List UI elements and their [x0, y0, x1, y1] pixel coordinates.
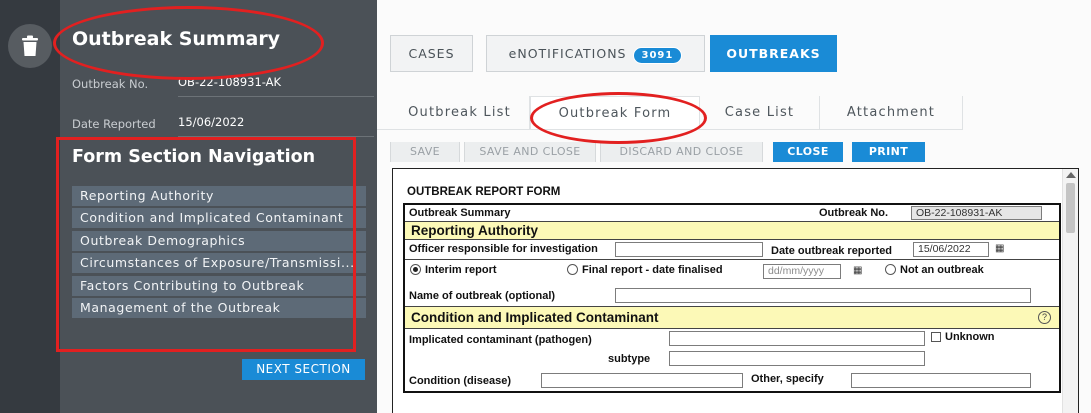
tab-case-list[interactable]: Case List: [700, 96, 820, 130]
condition-section: Condition and Implicated Contaminant ?: [405, 307, 1059, 329]
reporting-authority-section: Reporting Authority: [405, 222, 1059, 240]
subtype-label: subtype: [608, 353, 651, 365]
unknown-label: Unknown: [945, 331, 995, 343]
summary-title: Outbreak Summary: [72, 28, 281, 50]
date-reported-underline: [178, 136, 374, 137]
nav-item-factors[interactable]: Factors Contributing to Outbreak: [72, 275, 366, 296]
help-icon[interactable]: ?: [1038, 311, 1051, 324]
outbreak-name-label: Name of outbreak (optional): [409, 290, 556, 302]
form-table: Outbreak Summary Outbreak No. OB-22-1089…: [403, 203, 1061, 393]
officer-input[interactable]: [615, 242, 763, 257]
condition-disease-input[interactable]: [541, 373, 743, 388]
officer-label: Officer responsible for investigation: [409, 243, 598, 255]
tab-enotifications[interactable]: eNOTIFICATIONS 3091: [486, 35, 705, 72]
tab-outbreak-list[interactable]: Outbreak List: [390, 96, 530, 130]
nav-item-demographics[interactable]: Outbreak Demographics: [72, 230, 366, 251]
form-scrollbar[interactable]: [1062, 169, 1078, 413]
date-reported-value: 15/06/2022: [178, 115, 245, 129]
scroll-thumb[interactable]: [1066, 183, 1075, 233]
final-report-radio[interactable]: [567, 264, 578, 275]
nav-item-circumstances[interactable]: Circumstances of Exposure/Transmissi...: [72, 253, 366, 274]
outbreak-report-form: OUTBREAK REPORT FORM Outbreak Summary Ou…: [392, 168, 1079, 413]
subtab-underline: [377, 129, 962, 130]
condition-disease-label: Condition (disease): [409, 375, 512, 387]
officer-row: Officer responsible for investigation Da…: [405, 240, 1059, 260]
form-outbreak-no-field[interactable]: OB-22-108931-AK: [911, 206, 1042, 220]
unknown-checkbox[interactable]: [931, 332, 941, 342]
delete-button[interactable]: [8, 24, 52, 68]
report-type-row: Interim report Final report - date final…: [405, 260, 1059, 282]
scroll-up-icon[interactable]: [1066, 172, 1076, 178]
form-summary-label: Outbreak Summary: [409, 207, 511, 219]
next-section-button[interactable]: NEXT SECTION: [242, 359, 365, 380]
outbreak-no-label: Outbreak No.: [72, 77, 149, 91]
outbreak-no-underline: [178, 96, 374, 97]
other-specify-label: Other, specify: [751, 373, 824, 385]
not-outbreak-label: Not an outbreak: [900, 264, 984, 276]
tab-enotifications-label: eNOTIFICATIONS: [508, 46, 627, 61]
form-nav-title: Form Section Navigation: [72, 147, 316, 167]
interim-report-label: Interim report: [425, 264, 497, 276]
save-and-close-button[interactable]: SAVE AND CLOSE: [464, 142, 596, 162]
contaminant-label: Implicated contaminant (pathogen): [409, 334, 592, 346]
subtype-input[interactable]: [669, 351, 925, 366]
final-report-label: Final report - date finalised: [582, 264, 723, 276]
app-window: Outbreak Summary Outbreak No. OB-22-1089…: [0, 0, 1091, 413]
date-outbreak-reported-input[interactable]: 15/06/2022: [913, 242, 989, 257]
date-finalised-input[interactable]: dd/mm/yyyy: [763, 264, 841, 279]
not-outbreak-radio[interactable]: [885, 264, 896, 275]
contaminant-row: Implicated contaminant (pathogen) Unknow…: [405, 329, 1059, 349]
outbreak-name-row: Name of outbreak (optional): [405, 282, 1059, 307]
outbreak-name-input[interactable]: [615, 288, 1031, 303]
reporting-authority-heading: Reporting Authority: [411, 223, 538, 238]
nav-item-reporting-authority[interactable]: Reporting Authority: [72, 186, 366, 206]
condition-heading: Condition and Implicated Contaminant: [411, 310, 659, 325]
contaminant-input[interactable]: [669, 331, 925, 346]
form-title: OUTBREAK REPORT FORM: [407, 186, 561, 198]
form-summary-row: Outbreak Summary Outbreak No. OB-22-1089…: [405, 205, 1059, 222]
nav-item-management[interactable]: Management of the Outbreak: [72, 297, 366, 318]
tab-outbreaks[interactable]: OUTBREAKS: [710, 35, 837, 72]
other-specify-input[interactable]: [851, 373, 1031, 388]
interim-report-radio[interactable]: [410, 264, 421, 275]
print-button[interactable]: PRINT: [852, 142, 925, 162]
discard-and-close-button[interactable]: DISCARD AND CLOSE: [600, 142, 763, 162]
tab-outbreak-form[interactable]: Outbreak Form: [530, 96, 700, 130]
tab-cases[interactable]: CASES: [390, 35, 473, 72]
nav-item-condition[interactable]: Condition and Implicated Contaminant: [72, 208, 366, 229]
outbreak-no-value: OB-22-108931-AK: [178, 75, 282, 89]
subtype-row: subtype: [405, 349, 1059, 369]
enotifications-count-badge: 3091: [632, 47, 683, 64]
left-rail: [0, 0, 60, 413]
condition-row: Condition (disease) Other, specify: [405, 369, 1059, 391]
date-reported-label: Date Reported: [72, 117, 156, 131]
calendar-icon[interactable]: ▦: [995, 243, 1004, 254]
form-nav-list: Reporting Authority Condition and Implic…: [72, 186, 366, 320]
date-outbreak-reported-label: Date outbreak reported: [771, 245, 893, 257]
summary-panel: Outbreak Summary Outbreak No. OB-22-1089…: [60, 0, 377, 413]
tab-attachment[interactable]: Attachment: [820, 96, 963, 130]
calendar-icon[interactable]: ▦: [853, 265, 862, 276]
save-button[interactable]: SAVE: [390, 142, 460, 162]
form-outbreak-no-label: Outbreak No.: [819, 207, 889, 219]
close-button[interactable]: CLOSE: [773, 142, 843, 162]
trash-icon: [22, 35, 38, 56]
